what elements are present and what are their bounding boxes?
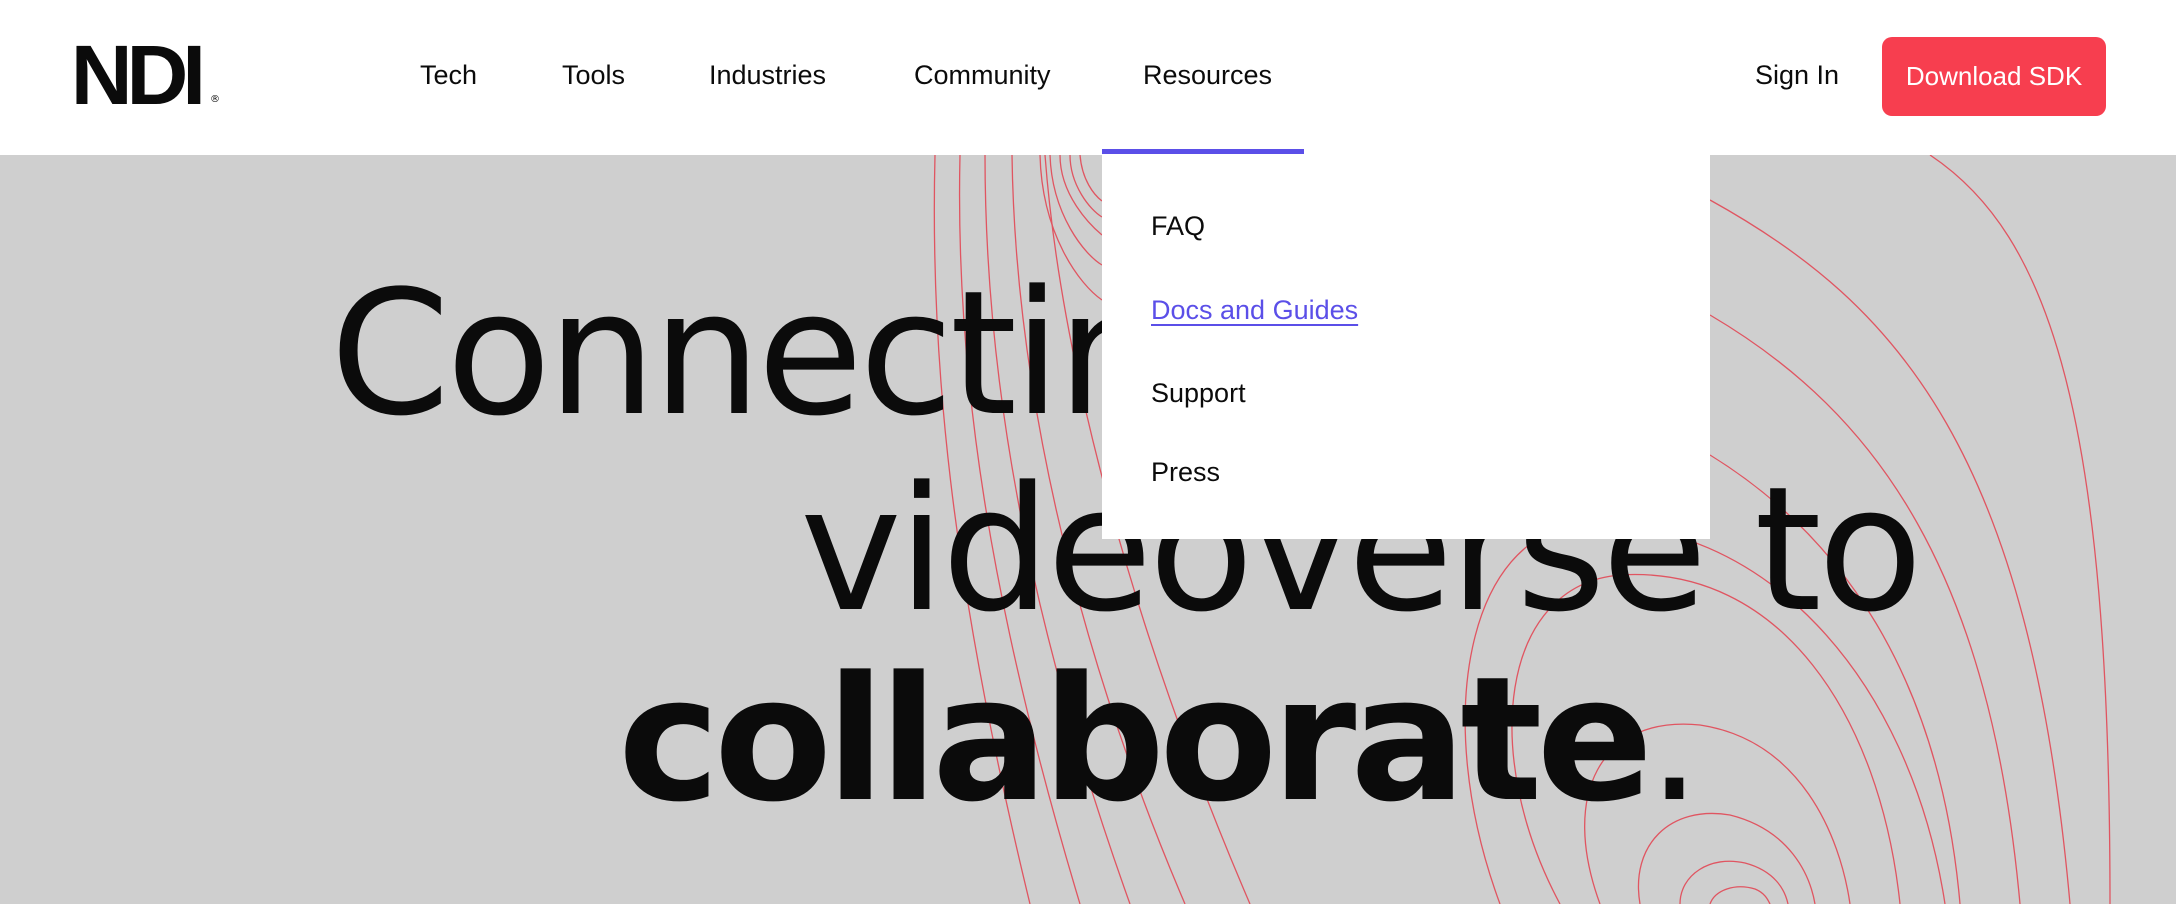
dropdown-item-press[interactable]: Press — [1151, 455, 1220, 489]
dropdown-item-support[interactable]: Support — [1151, 376, 1246, 410]
nav-item-tools[interactable]: Tools — [562, 58, 625, 92]
hero-headline-line3: collaborate. — [618, 645, 1702, 835]
site-header: NDI ® Tech Tools Industries Community Re… — [0, 0, 2176, 155]
dropdown-item-docs-and-guides[interactable]: Docs and Guides — [1151, 293, 1358, 327]
ndi-logo[interactable]: NDI — [71, 33, 206, 117]
dropdown-item-faq[interactable]: FAQ — [1151, 209, 1205, 243]
nav-item-community[interactable]: Community — [914, 58, 1051, 92]
hero-headline-period: . — [1647, 639, 1702, 840]
registered-mark: ® — [210, 94, 220, 105]
active-nav-indicator — [1102, 149, 1304, 154]
nav-item-resources[interactable]: Resources — [1143, 58, 1272, 92]
nav-item-industries[interactable]: Industries — [709, 58, 826, 92]
download-sdk-button[interactable]: Download SDK — [1882, 37, 2106, 116]
resources-dropdown-menu: FAQ Docs and Guides Support Press — [1102, 155, 1710, 539]
hero-headline-bold: collaborate — [618, 639, 1653, 840]
hero-section: Connecting the videoverse to collaborate… — [0, 155, 2176, 904]
sign-in-link[interactable]: Sign In — [1755, 58, 1839, 92]
nav-item-tech[interactable]: Tech — [420, 58, 477, 92]
